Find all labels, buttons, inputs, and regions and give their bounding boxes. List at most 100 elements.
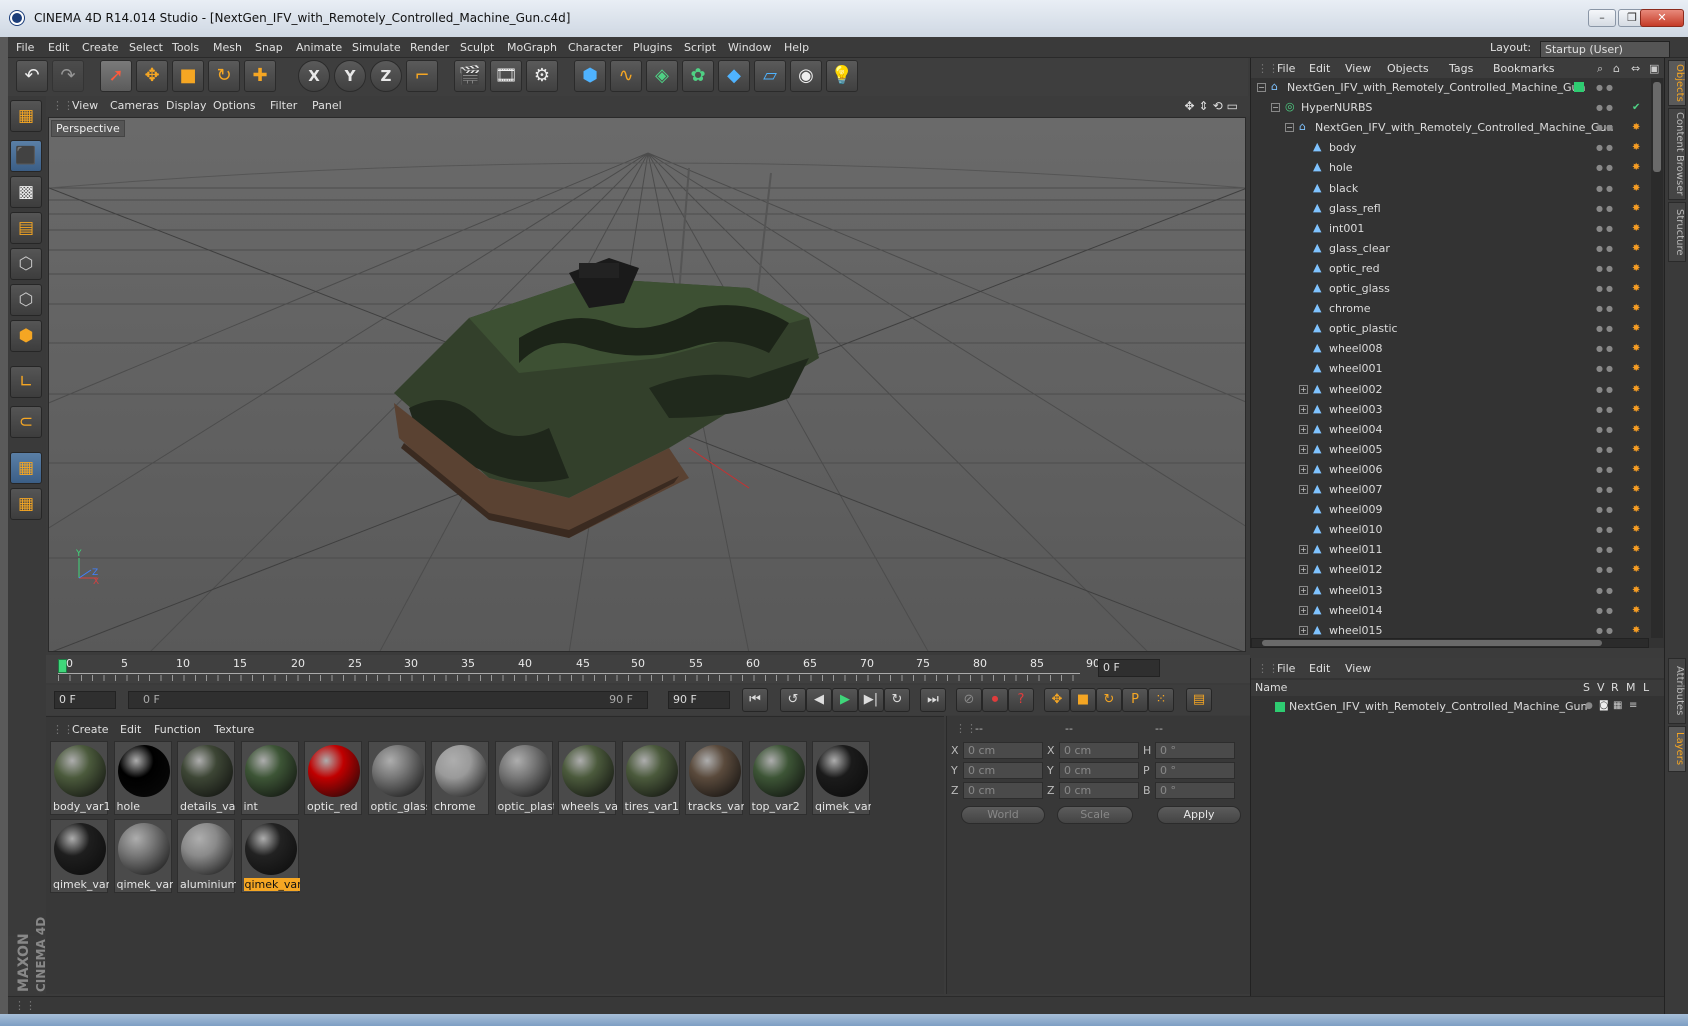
workplane-mode-icon[interactable]: ▤ — [10, 212, 42, 244]
menu-create[interactable]: Create — [82, 41, 119, 54]
texture-tag-icon[interactable]: ✸ — [1632, 544, 1644, 556]
texture-tag-icon[interactable]: ✸ — [1632, 363, 1644, 375]
object-row[interactable]: + ▲ wheel014 ●● ✸ — [1251, 601, 1651, 621]
key-scale-icon[interactable]: ■ — [1070, 688, 1096, 712]
material-swatch[interactable]: optic_red — [304, 741, 362, 815]
visibility-dots-icon[interactable]: ●● — [1596, 143, 1616, 152]
viewport-navigation-icons[interactable]: ✥⇕⟲▭ — [1184, 99, 1242, 113]
object-name[interactable]: black — [1329, 182, 1358, 195]
autokey-icon[interactable]: ⏺ — [982, 688, 1008, 712]
light-icon[interactable]: 💡 — [826, 60, 858, 92]
texture-tag-icon[interactable]: ✸ — [1632, 504, 1644, 516]
tab-content-browser[interactable]: Content Browser — [1668, 108, 1686, 200]
material-swatch[interactable]: chrome — [431, 741, 489, 815]
layer-col-view[interactable]: V — [1597, 681, 1605, 694]
material-swatch[interactable]: aluminium — [177, 819, 236, 893]
object-row[interactable]: + ▲ wheel006 ●● ✸ — [1251, 460, 1651, 480]
object-row[interactable]: ▲ wheel010 ●● ✸ — [1251, 520, 1651, 540]
workplane-lock-icon[interactable]: ▦ — [10, 452, 42, 484]
nurbs-icon[interactable]: ◈ — [646, 60, 678, 92]
visibility-dots-icon[interactable]: ●● — [1596, 163, 1616, 172]
texture-tag-icon[interactable]: ✸ — [1632, 122, 1644, 134]
position-y-field[interactable]: 0 cm — [963, 762, 1043, 779]
array-icon[interactable]: ✿ — [682, 60, 714, 92]
material-swatch[interactable]: qimek_var1 — [812, 741, 871, 815]
object-new-window-icon[interactable]: ▣ — [1649, 62, 1659, 75]
coordinate-mode-select[interactable]: World — [961, 806, 1045, 824]
perspective-viewport[interactable]: Y Z X Perspective — [48, 117, 1246, 652]
tree-expander-icon[interactable]: + — [1299, 605, 1308, 615]
layout-select[interactable]: Startup (User) — [1540, 41, 1670, 58]
tab-structure[interactable]: Structure — [1668, 202, 1686, 262]
menu-sculpt[interactable]: Sculpt — [460, 41, 494, 54]
minimize-button[interactable]: – — [1588, 9, 1616, 27]
size-y-field[interactable]: 0 cm — [1059, 762, 1139, 779]
add-tool-icon[interactable]: ✚ — [244, 60, 276, 92]
keyframe-selection-icon[interactable]: ? — [1008, 688, 1034, 712]
object-name[interactable]: wheel009 — [1329, 503, 1383, 516]
texture-tag-icon[interactable]: ✸ — [1632, 142, 1644, 154]
menu-plugins[interactable]: Plugins — [633, 41, 672, 54]
size-z-field[interactable]: 0 cm — [1059, 782, 1139, 799]
object-name[interactable]: glass_refl — [1329, 202, 1381, 215]
object-menu-objects[interactable]: Objects — [1387, 62, 1429, 75]
visibility-dots-icon[interactable]: ●● — [1596, 304, 1616, 313]
object-name[interactable]: wheel015 — [1329, 624, 1383, 636]
object-row[interactable]: + ▲ wheel012 ●● ✸ — [1251, 560, 1651, 580]
object-row[interactable]: ▲ optic_plastic ●● ✸ — [1251, 319, 1651, 339]
texture-tag-icon[interactable]: ✸ — [1632, 464, 1644, 476]
material-swatch[interactable]: optic_glass — [367, 741, 427, 815]
go-to-start-icon[interactable]: ⏮ — [742, 688, 768, 712]
object-hscroll-thumb[interactable] — [1262, 640, 1602, 646]
object-row[interactable]: ▲ chrome ●● ✸ — [1251, 299, 1651, 319]
menu-mesh[interactable]: Mesh — [213, 41, 242, 54]
layer-color-icon[interactable] — [1574, 82, 1584, 92]
texture-tag-icon[interactable]: ✸ — [1632, 263, 1644, 275]
render-view-icon[interactable]: 🎬 — [454, 60, 486, 92]
texture-tag-icon[interactable]: ✸ — [1632, 424, 1644, 436]
material-swatch[interactable]: int — [240, 741, 299, 815]
object-name[interactable]: HyperNURBS — [1301, 101, 1372, 114]
layer-visibility-icon[interactable]: ◙ — [1599, 700, 1609, 711]
tree-expander-icon[interactable]: + — [1299, 545, 1308, 555]
texture-tag-icon[interactable]: ✸ — [1632, 223, 1644, 235]
previous-key-icon[interactable]: ↺ — [780, 688, 806, 712]
texture-tag-icon[interactable]: ✸ — [1632, 183, 1644, 195]
snap-magnet-icon[interactable]: ⊂ — [10, 406, 42, 438]
texture-tag-icon[interactable]: ✸ — [1632, 243, 1644, 255]
object-menu-file[interactable]: File — [1277, 62, 1295, 75]
object-name[interactable]: int001 — [1329, 222, 1364, 235]
rotation-b-field[interactable]: 0 ° — [1155, 782, 1235, 799]
material-swatch[interactable]: top_var2 — [748, 741, 807, 815]
menu-character[interactable]: Character — [568, 41, 622, 54]
tree-expander-icon[interactable]: + — [1299, 485, 1308, 494]
menu-help[interactable]: Help — [784, 41, 809, 54]
axis-mode-icon[interactable]: ∟ — [10, 366, 42, 398]
object-row[interactable]: + ▲ wheel015 ●● ✸ — [1251, 621, 1651, 636]
object-name[interactable]: wheel008 — [1329, 342, 1383, 355]
menu-mograph[interactable]: MoGraph — [507, 41, 557, 54]
render-picture-viewer-icon[interactable]: 🎞 — [490, 60, 522, 92]
material-menu-edit[interactable]: Edit — [120, 723, 141, 736]
texture-tag-icon[interactable]: ✸ — [1632, 605, 1644, 617]
object-menu-bookmarks[interactable]: Bookmarks — [1493, 62, 1554, 75]
texture-tag-icon[interactable]: ✸ — [1632, 303, 1644, 315]
play-icon[interactable]: ▶ — [832, 688, 858, 712]
next-key-icon[interactable]: ↻ — [884, 688, 910, 712]
visibility-dots-icon[interactable]: ●● — [1596, 83, 1616, 92]
object-row[interactable]: ▲ wheel009 ●● ✸ — [1251, 500, 1651, 520]
visibility-dots-icon[interactable]: ●● — [1596, 445, 1616, 454]
redo-icon[interactable]: ↷ — [52, 60, 84, 92]
texture-tag-icon[interactable]: ✸ — [1632, 384, 1644, 396]
viewport-menu-options[interactable]: Options — [213, 99, 255, 112]
tree-expander-icon[interactable]: + — [1299, 384, 1308, 394]
object-name[interactable]: wheel013 — [1329, 584, 1383, 597]
object-vertical-scrollbar[interactable] — [1651, 78, 1663, 638]
object-row[interactable]: ▲ black ●● ✸ — [1251, 179, 1651, 199]
tree-expander-icon[interactable]: + — [1299, 444, 1308, 454]
object-horizontal-scrollbar[interactable] — [1251, 638, 1649, 648]
object-row[interactable]: + ▲ wheel005 ●● ✸ — [1251, 440, 1651, 460]
object-name[interactable]: wheel005 — [1329, 443, 1383, 456]
material-swatch[interactable]: optic_plast — [494, 741, 554, 815]
visibility-dots-icon[interactable]: ●● — [1596, 525, 1616, 534]
